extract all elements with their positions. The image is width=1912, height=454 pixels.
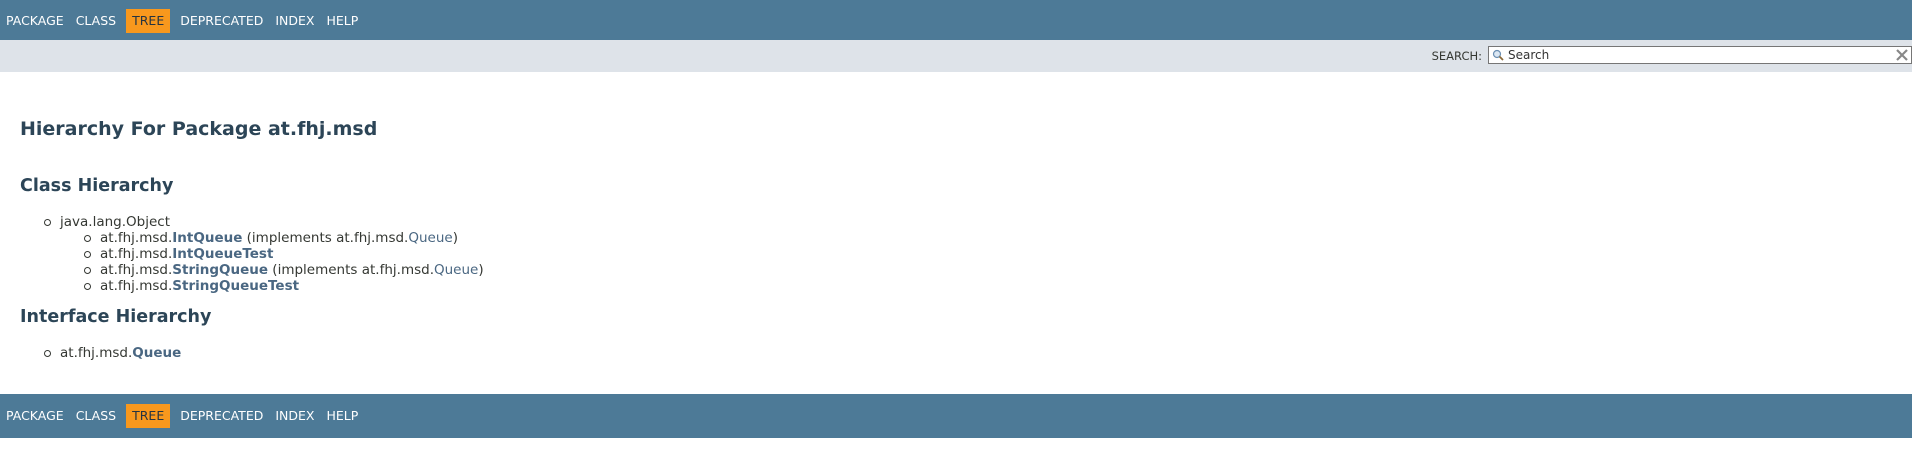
interface-link-queue[interactable]: Queue [434,262,478,278]
list-item: at.fhj.msd.StringQueueTest [84,278,484,294]
class-tree: java.lang.Object [44,214,170,230]
top-navbar: Package Class Tree Deprecated Index Help [0,0,1912,40]
list-item: at.fhj.msd.StringQueue (implements at.fh… [84,262,484,278]
interface-link-queue[interactable]: Queue [408,230,452,246]
search-label: SEARCH: [1431,49,1482,63]
class-subtree: at.fhj.msd.IntQueue (implements at.fhj.m… [84,230,484,294]
list-item: at.fhj.msd.Queue [43,345,182,361]
list-item: at.fhj.msd.IntQueue (implements at.fhj.m… [84,230,484,246]
nav-class[interactable]: Class [70,9,122,33]
search-reset-icon[interactable] [1895,48,1909,62]
nav-class[interactable]: Class [70,404,122,428]
class-link-intqueuetest[interactable]: IntQueueTest [172,246,273,262]
interface-hierarchy-heading: Interface Hierarchy [20,307,212,327]
bottom-navbar: Package Class Tree Deprecated Index Help [0,394,1912,438]
list-item: at.fhj.msd.IntQueueTest [84,246,484,262]
interface-tree: at.fhj.msd.Queue [43,345,182,361]
search-icon [1492,49,1504,61]
class-link-intqueue[interactable]: IntQueue [172,230,242,246]
interface-link-queue[interactable]: Queue [132,345,181,361]
nav-tree-active: Tree [126,9,171,33]
nav-help[interactable]: Help [320,404,364,428]
class-link-stringqueue[interactable]: StringQueue [172,262,268,278]
nav-deprecated[interactable]: Deprecated [174,9,269,33]
sub-navbar: SEARCH: [0,40,1912,72]
nav-index[interactable]: Index [269,9,320,33]
nav-tree-active: Tree [126,404,171,428]
tree-root-object: java.lang.Object [44,214,170,230]
search-input[interactable] [1508,47,1868,63]
search-box[interactable] [1488,46,1912,64]
nav-package[interactable]: Package [0,9,70,33]
class-hierarchy-heading: Class Hierarchy [20,176,174,196]
class-link-stringqueuetest[interactable]: StringQueueTest [172,278,299,294]
nav-index[interactable]: Index [269,404,320,428]
top-nav-list: Package Class Tree Deprecated Index Help [0,9,364,33]
bottom-nav-list: Package Class Tree Deprecated Index Help [0,404,364,428]
nav-deprecated[interactable]: Deprecated [174,404,269,428]
nav-package[interactable]: Package [0,404,70,428]
page-title: Hierarchy For Package at.fhj.msd [20,118,378,140]
nav-help[interactable]: Help [320,9,364,33]
